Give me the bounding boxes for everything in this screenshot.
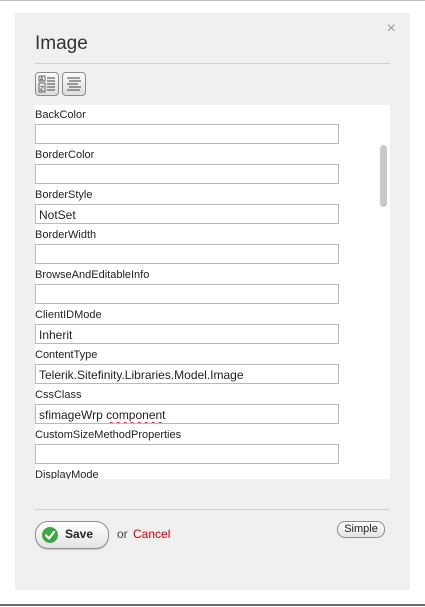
property-label: BorderStyle	[35, 189, 93, 201]
property-label: BackColor	[35, 109, 86, 121]
property-list: BackColor BorderColor BorderStyle NotSet…	[35, 105, 390, 479]
categorized-list-icon	[67, 77, 81, 91]
borderwidth-input[interactable]	[35, 244, 339, 264]
property-label: ContentType	[35, 349, 98, 361]
cssclass-input[interactable]: sfimageWrp component	[35, 404, 339, 424]
property-label: DisplayMode	[35, 469, 99, 479]
svg-text:A: A	[40, 77, 44, 83]
svg-text:Z: Z	[40, 87, 44, 93]
property-label: CssClass	[35, 389, 82, 401]
borderstyle-input[interactable]: NotSet	[35, 204, 339, 224]
close-icon[interactable]: ×	[387, 21, 396, 37]
cssclass-value-part1: sfimageWrp	[39, 408, 107, 422]
checkmark-icon	[42, 527, 58, 543]
sort-alphabetical-icon: A Z	[38, 75, 55, 93]
property-label: BrowseAndEditableInfo	[35, 269, 150, 281]
customsizemethodproperties-input[interactable]	[35, 444, 339, 464]
scrollbar-track[interactable]	[375, 105, 390, 479]
property-label: BorderColor	[35, 149, 95, 161]
save-button[interactable]: Save	[35, 521, 109, 549]
footer-divider	[35, 509, 390, 510]
browseandeditableinfo-input[interactable]	[35, 284, 339, 304]
scrollbar-thumb[interactable]	[380, 145, 387, 207]
property-label: CustomSizeMethodProperties	[35, 429, 182, 441]
property-label: ClientIDMode	[35, 309, 102, 321]
simple-button[interactable]: Simple	[337, 521, 385, 538]
cssclass-value-part2: component	[106, 408, 166, 422]
cancel-link[interactable]: Cancel	[133, 527, 170, 541]
categorized-button[interactable]	[62, 72, 86, 96]
backcolor-input[interactable]	[35, 124, 339, 144]
header-divider	[35, 63, 390, 64]
sort-alphabetical-button[interactable]: A Z	[35, 72, 59, 96]
clientidmode-input[interactable]: Inherit	[35, 324, 339, 344]
bottom-border	[0, 604, 425, 606]
property-label: BorderWidth	[35, 229, 97, 241]
contenttype-input[interactable]: Telerik.Sitefinity.Libraries.Model.Image	[35, 364, 339, 384]
bordercolor-input[interactable]	[35, 164, 339, 184]
save-label: Save	[65, 527, 94, 541]
top-border	[0, 0, 425, 1]
dialog-title: Image	[35, 33, 88, 54]
image-properties-dialog: × Image A Z BackColor BorderColor Border…	[15, 13, 410, 590]
or-text: or	[117, 527, 128, 541]
